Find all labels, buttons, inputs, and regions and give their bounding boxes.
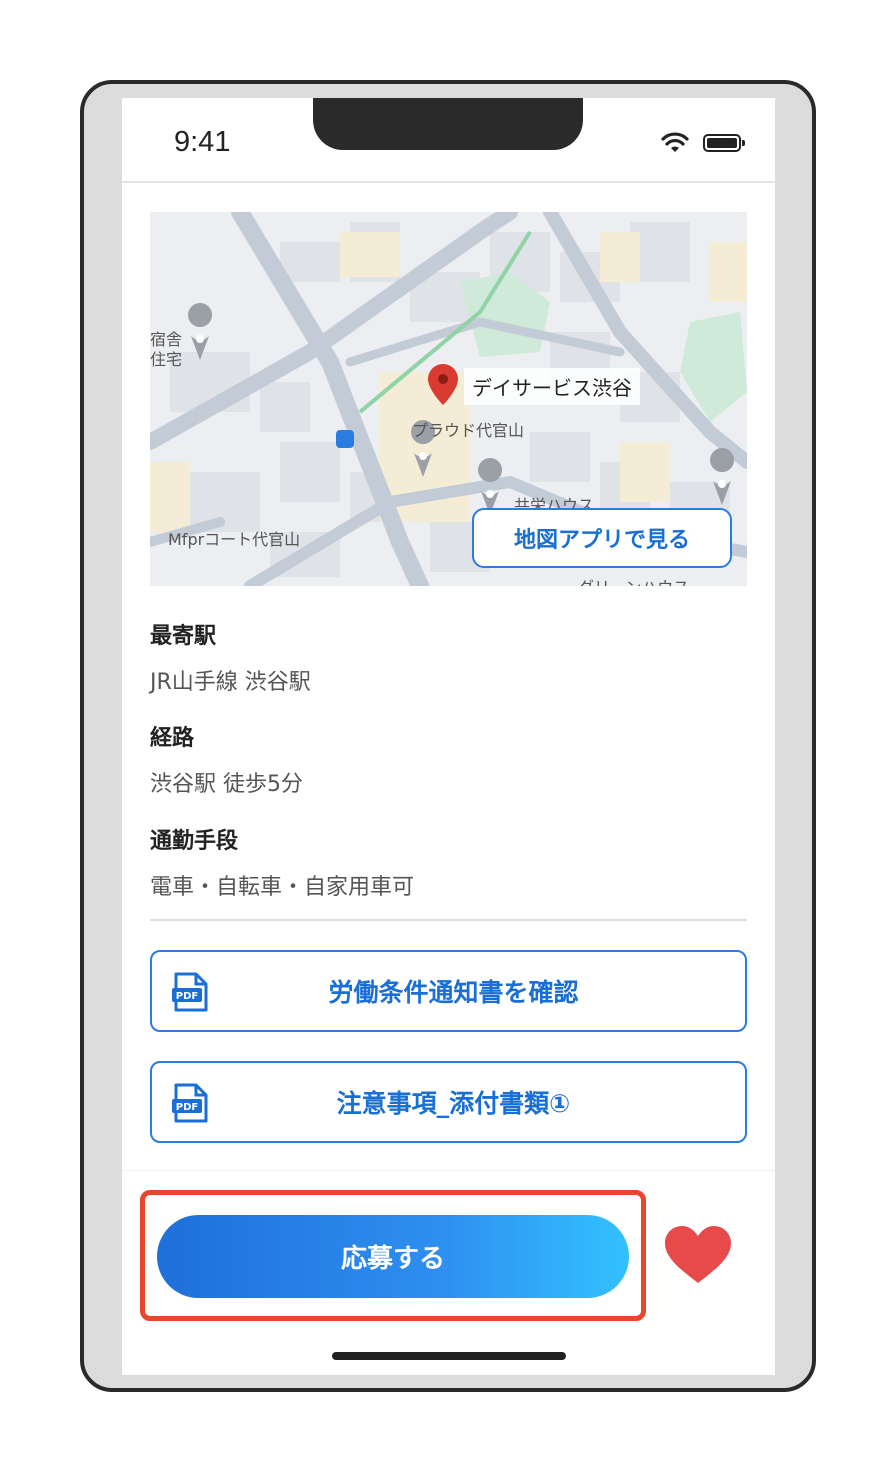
commute-value: 電車・自転車・自家用車可 xyxy=(150,875,415,900)
status-icons xyxy=(661,132,745,154)
wifi-icon xyxy=(661,132,689,152)
commute: 通勤手段 電車・自転車・自家用車可 xyxy=(150,823,747,901)
svg-text:PDF: PDF xyxy=(176,991,198,1002)
battery-icon xyxy=(703,134,745,152)
map-label: グリーンハウス xyxy=(578,574,689,586)
map-label: Mfprコート代官山 xyxy=(168,530,301,549)
route-label: 経路 xyxy=(150,726,195,751)
status-divider xyxy=(122,181,775,183)
nearest-station-value: JR山手線 渋谷駅 xyxy=(150,670,311,695)
svg-text:PDF: PDF xyxy=(176,1102,198,1113)
nearest-station-label: 最寄駅 xyxy=(150,624,217,649)
notch xyxy=(313,98,583,150)
labor-conditions-label: 労働条件通知書を確認 xyxy=(328,978,579,1007)
phone-screen: 9:41 宿舎 住宅 プラウド代官山 共栄ハウス Mfprコート代官山 デイサー… xyxy=(122,98,775,1375)
home-indicator xyxy=(332,1352,566,1360)
status-time: 9:41 xyxy=(174,126,231,158)
map-label: 住宅 xyxy=(150,350,183,369)
notice-attachment-label: 注意事項_添付書類① xyxy=(336,1089,571,1118)
map-view[interactable]: 宿舎 住宅 プラウド代官山 共栄ハウス Mfprコート代官山 グリーンハウス デ… xyxy=(150,212,747,586)
notice-attachment-button[interactable]: PDF 注意事項_添付書類① xyxy=(150,1061,747,1143)
route: 経路 渋谷駅 徒歩5分 xyxy=(150,720,747,798)
labor-conditions-button[interactable]: PDF 労働条件通知書を確認 xyxy=(150,950,747,1032)
heart-icon[interactable] xyxy=(663,1225,733,1287)
apply-button[interactable]: 応募する xyxy=(157,1215,629,1298)
route-value: 渋谷駅 徒歩5分 xyxy=(150,772,303,797)
section-divider xyxy=(150,919,747,921)
pdf-icon: PDF xyxy=(172,972,208,1012)
map-place-name: デイサービス渋谷 xyxy=(464,368,640,405)
map-label: プラウド代官山 xyxy=(412,421,525,440)
pdf-icon: PDF xyxy=(172,1083,208,1123)
commute-label: 通勤手段 xyxy=(150,829,239,854)
open-map-app-button[interactable]: 地図アプリで見る xyxy=(472,508,732,568)
nearest-station: 最寄駅 JR山手線 渋谷駅 xyxy=(150,618,747,696)
